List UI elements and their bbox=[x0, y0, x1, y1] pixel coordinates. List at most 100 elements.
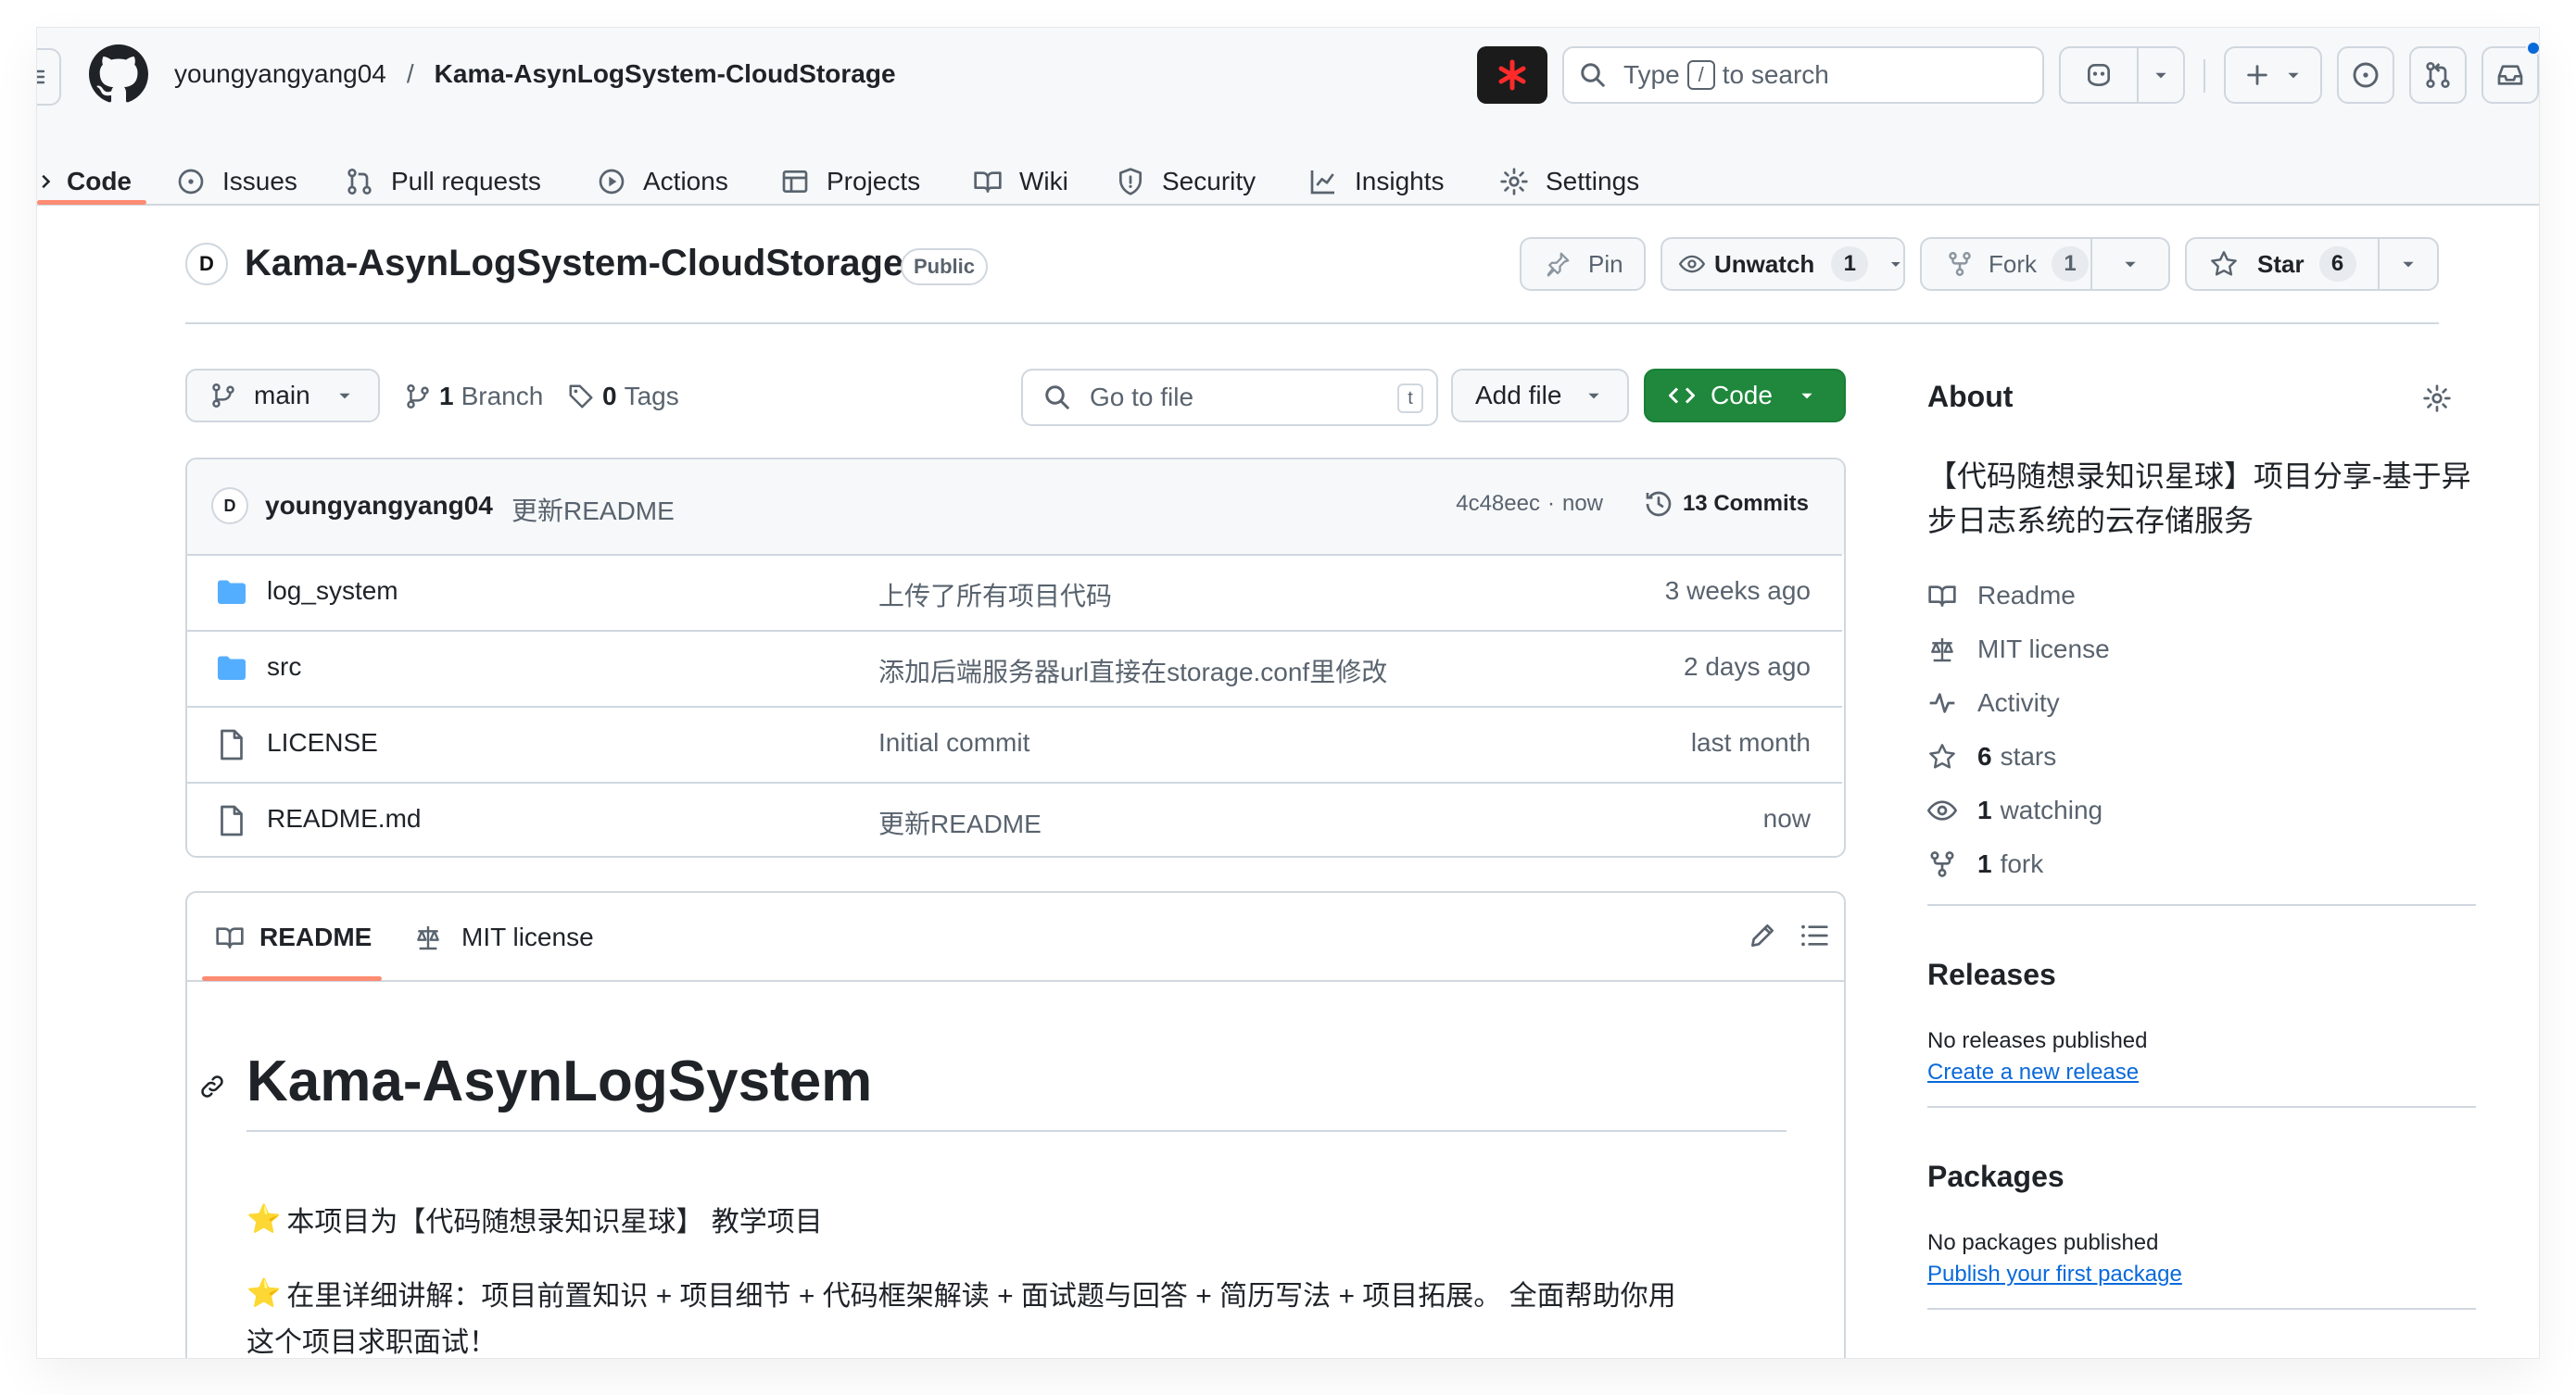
code-button[interactable]: Code bbox=[1644, 369, 1846, 422]
releases-heading[interactable]: Releases bbox=[1927, 958, 2056, 992]
stars-count: 6 bbox=[1977, 742, 1992, 771]
tab-license-label: MIT license bbox=[461, 923, 594, 951]
readme-panel: README MIT license Kama-AsynLogSystem ⭐ … bbox=[185, 891, 1846, 1358]
repo-avatar-letter: D bbox=[199, 252, 214, 275]
visibility-badge: Public bbox=[901, 248, 989, 285]
about-description: 【代码随想录知识星球】项目分享-基于异 步日志系统的云存储服务 bbox=[1927, 454, 2471, 543]
tab-projects[interactable]: Projects bbox=[780, 157, 920, 206]
file-name[interactable]: log_system bbox=[267, 576, 398, 606]
repo-avatar[interactable]: D bbox=[185, 243, 228, 285]
commit-hash[interactable]: 4c48eec bbox=[1456, 491, 1540, 517]
packages-heading[interactable]: Packages bbox=[1927, 1160, 2065, 1194]
tags-link[interactable]: 0 Tags bbox=[567, 376, 679, 417]
watchers-link[interactable]: 1 watching bbox=[1927, 789, 2102, 832]
repo-forked-icon bbox=[1949, 251, 1971, 277]
file-commit-message[interactable]: 上传了所有项目代码 bbox=[878, 576, 1112, 613]
shield-icon bbox=[1119, 168, 1142, 195]
file-name[interactable]: README.md bbox=[267, 804, 421, 834]
file-commit-message[interactable]: Initial commit bbox=[878, 728, 1029, 758]
go-to-file-input[interactable]: Go to file t bbox=[1021, 369, 1438, 426]
repo-title[interactable]: Kama-AsynLogSystem-CloudStorage bbox=[245, 243, 903, 284]
tab-issues-label: Issues bbox=[222, 167, 297, 195]
file-commit-time: 3 weeks ago bbox=[1664, 576, 1811, 605]
chevron-down-icon bbox=[2403, 261, 2414, 268]
star-button[interactable]: Star 6 bbox=[2185, 237, 2439, 291]
tab-settings[interactable]: Settings bbox=[1499, 157, 1639, 206]
branch-select-button[interactable]: main bbox=[185, 369, 380, 422]
file-name[interactable]: LICENSE bbox=[267, 728, 378, 758]
file-icon bbox=[221, 729, 243, 760]
publish-package-link[interactable]: Publish your first package bbox=[1927, 1262, 2182, 1288]
forks-link[interactable]: 1 fork bbox=[1927, 843, 2043, 886]
law-icon bbox=[1931, 638, 1953, 662]
file-commit-message[interactable]: 更新README bbox=[878, 804, 1042, 841]
code-button-label: Code bbox=[1711, 381, 1773, 409]
tab-pull-requests[interactable]: Pull requests bbox=[345, 157, 541, 206]
chevron-down-icon bbox=[1801, 393, 1812, 399]
pin-icon bbox=[1547, 252, 1570, 277]
file-row[interactable]: LICENSE Initial commit last month bbox=[187, 706, 1842, 782]
gear-icon bbox=[1500, 168, 1528, 195]
tab-insights[interactable]: Insights bbox=[1308, 157, 1445, 206]
file-name[interactable]: src bbox=[267, 652, 301, 682]
tag-count: 0 bbox=[602, 382, 617, 410]
chevron-down-icon bbox=[1891, 262, 1901, 267]
activity-link[interactable]: Activity bbox=[1927, 682, 2060, 724]
commit-author-avatar[interactable]: D bbox=[211, 487, 248, 524]
pin-button[interactable]: Pin bbox=[1520, 237, 1646, 291]
tab-wiki-label: Wiki bbox=[1019, 167, 1068, 195]
sidebar-divider bbox=[1927, 904, 2476, 906]
folder-icon bbox=[218, 580, 246, 604]
branch-count: 1 bbox=[439, 382, 454, 410]
readme-link[interactable]: Readme bbox=[1927, 574, 2076, 617]
file-commit-message[interactable]: 添加后端服务器url直接在storage.conf里修改 bbox=[878, 652, 1387, 689]
issue-opened-icon bbox=[178, 169, 204, 195]
outline-list-icon[interactable] bbox=[1799, 921, 1829, 950]
eye-icon bbox=[1679, 255, 1705, 273]
link-icon[interactable] bbox=[198, 1073, 226, 1100]
graph-icon bbox=[1310, 170, 1334, 195]
add-file-button[interactable]: Add file bbox=[1451, 369, 1629, 422]
tab-wiki[interactable]: Wiki bbox=[973, 157, 1068, 206]
unwatch-button[interactable]: Unwatch 1 bbox=[1661, 237, 1905, 291]
commits-history-link[interactable]: 13 Commits bbox=[1644, 489, 1809, 519]
tab-security[interactable]: Security bbox=[1116, 157, 1256, 206]
create-release-link[interactable]: Create a new release bbox=[1927, 1060, 2139, 1086]
file-icon bbox=[221, 805, 243, 836]
history-icon bbox=[1646, 491, 1672, 517]
license-link[interactable]: MIT license bbox=[1927, 628, 2110, 671]
git-pull-request-icon bbox=[347, 169, 372, 195]
commit-author[interactable]: youngyangyang04 bbox=[265, 491, 493, 521]
tab-code[interactable]: Code bbox=[67, 157, 132, 206]
activity-link-label: Activity bbox=[1977, 688, 2060, 717]
tab-issues[interactable]: Issues bbox=[176, 157, 297, 206]
file-row[interactable]: log_system 上传了所有项目代码 3 weeks ago bbox=[187, 554, 1842, 630]
file-commit-time: 2 days ago bbox=[1684, 652, 1811, 681]
forks-count: 1 bbox=[1977, 849, 1992, 878]
tab-license[interactable]: MIT license bbox=[413, 915, 594, 960]
pencil-icon[interactable] bbox=[1748, 921, 1777, 950]
readme-heading-rule bbox=[246, 1130, 1787, 1132]
tab-actions[interactable]: Actions bbox=[597, 157, 728, 206]
title-divider bbox=[185, 322, 2439, 324]
branches-link[interactable]: 1 Branch bbox=[404, 376, 543, 417]
file-row[interactable]: src 添加后端服务器url直接在storage.conf里修改 2 days … bbox=[187, 630, 1842, 706]
tab-insights-label: Insights bbox=[1355, 167, 1445, 195]
branch-label: Branch bbox=[461, 382, 544, 410]
file-row[interactable]: README.md 更新README now bbox=[187, 782, 1842, 856]
commit-message[interactable]: 更新README bbox=[511, 491, 675, 528]
fork-button[interactable]: Fork 1 bbox=[1920, 237, 2170, 291]
readme-paragraph: ⭐ 本项目为【代码随想录知识星球】 教学项目 bbox=[246, 1199, 823, 1239]
git-branch-icon bbox=[212, 383, 234, 408]
packages-empty: No packages published bbox=[1927, 1230, 2159, 1255]
commit-meta-separator: · bbox=[1547, 491, 1555, 516]
tab-readme[interactable]: README bbox=[215, 915, 372, 960]
chevron-right-icon[interactable] bbox=[37, 172, 56, 191]
gear-icon[interactable] bbox=[2422, 383, 2452, 413]
fork-count: 1 bbox=[2052, 246, 2089, 282]
stars-link[interactable]: 6 stars bbox=[1927, 735, 2056, 778]
releases-empty: No releases published bbox=[1927, 1028, 2148, 1053]
repo-nav: Code Issues Pull requests Actions Projec… bbox=[37, 28, 2539, 206]
book-icon bbox=[974, 171, 1002, 193]
readme-active-underline bbox=[202, 976, 382, 981]
